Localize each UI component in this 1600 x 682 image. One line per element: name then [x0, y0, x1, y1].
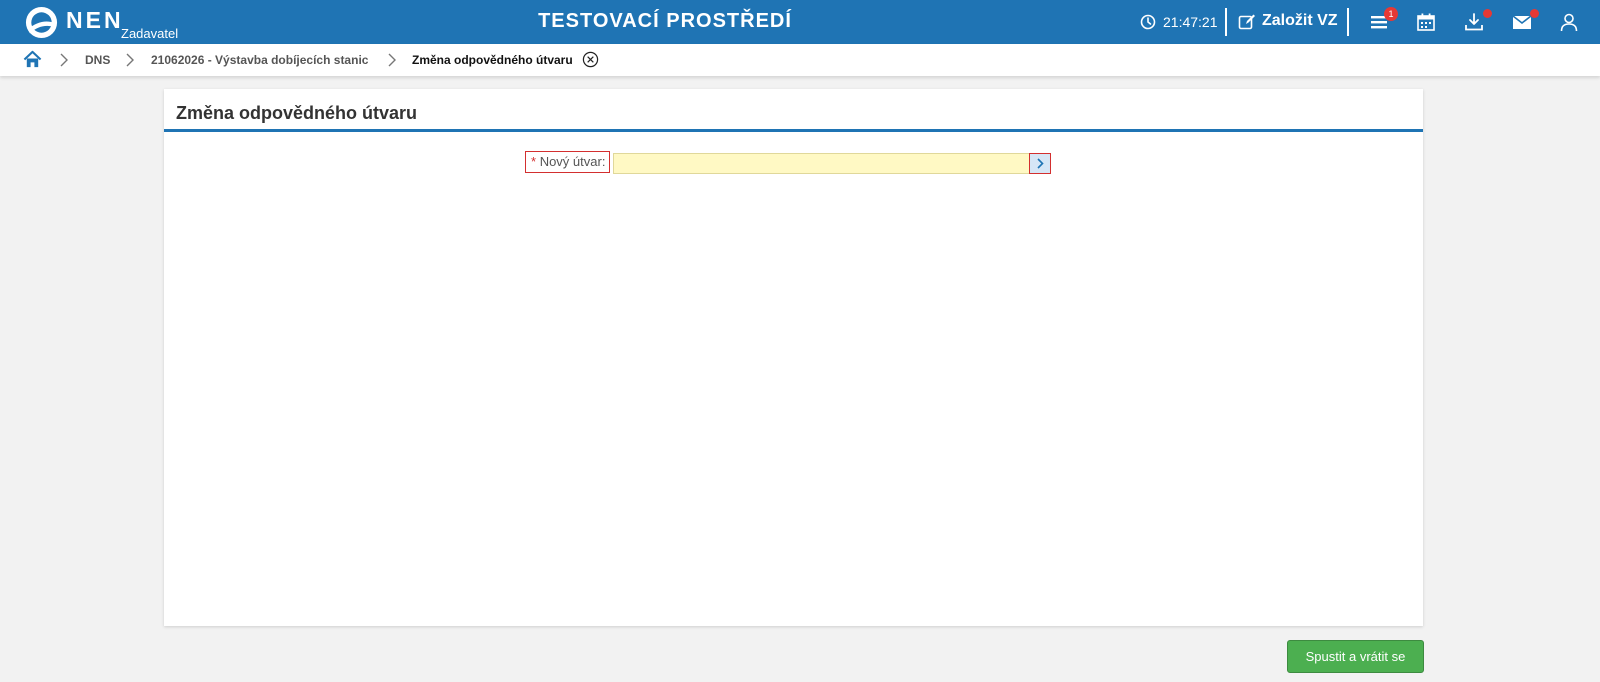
environment-title: TESTOVACÍ PROSTŘEDÍ [538, 10, 792, 32]
new-unit-input[interactable] [613, 153, 1033, 174]
user-icon[interactable] [1558, 11, 1580, 33]
divider [1347, 8, 1349, 36]
run-and-return-button[interactable]: Spustit a vrátit se [1287, 640, 1424, 673]
title-divider [164, 129, 1423, 132]
create-tender-button[interactable]: Založit VZ [1262, 12, 1338, 30]
home-icon[interactable] [23, 50, 42, 69]
breadcrumb-item-dns[interactable]: DNS [85, 53, 110, 67]
required-mark: * [531, 154, 537, 169]
top-bar: NEN Zadavatel TESTOVACÍ PROSTŘEDÍ 21:47:… [0, 0, 1600, 44]
close-icon[interactable] [582, 51, 599, 68]
form-panel: Změna odpovědného útvaru * Nový útvar: [164, 89, 1423, 626]
new-unit-label: * Nový útvar: [525, 151, 611, 173]
new-unit-label-text: Nový útvar: [539, 154, 606, 169]
divider [1225, 8, 1227, 36]
clock-icon [1140, 14, 1156, 30]
chevron-right-icon [60, 53, 68, 67]
chevron-right-icon [1037, 158, 1044, 169]
breadcrumb-item-tender[interactable]: 21062026 - Výstavba dobíjecích stanic [151, 53, 368, 67]
download-dot-badge [1483, 9, 1492, 18]
session-clock: 21:47:21 [1163, 14, 1218, 30]
chevron-right-icon [126, 53, 134, 67]
breadcrumb: DNS 21062026 - Výstavba dobíjecích stani… [0, 44, 1600, 76]
new-unit-select-button[interactable] [1029, 153, 1051, 174]
calendar-icon[interactable] [1415, 11, 1437, 33]
download-icon[interactable] [1463, 11, 1485, 33]
notification-badge: 1 [1384, 7, 1398, 21]
breadcrumb-item-current: Změna odpovědného útvaru [412, 53, 573, 67]
page-title: Změna odpovědného útvaru [176, 103, 418, 123]
mail-dot-badge [1530, 9, 1539, 18]
edit-icon[interactable] [1238, 13, 1256, 31]
chevron-right-icon [388, 53, 396, 67]
